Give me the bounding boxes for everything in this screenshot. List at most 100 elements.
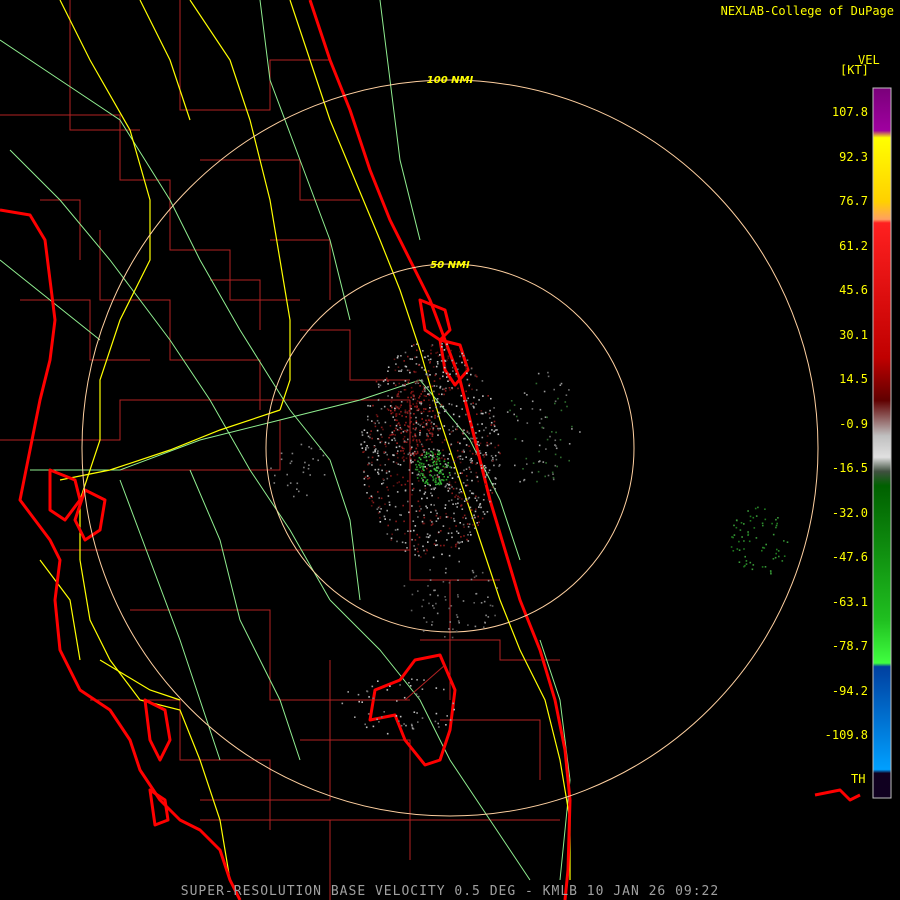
radar-echo (455, 630, 458, 633)
radar-echo (426, 433, 428, 435)
radar-echo (410, 453, 413, 455)
radar-echo (418, 397, 420, 399)
radar-echo (403, 723, 405, 725)
radar-echo (465, 444, 468, 446)
radar-echo (425, 536, 428, 538)
radar-echo (522, 468, 524, 470)
radar-echo (386, 689, 389, 691)
radar-echo (478, 506, 480, 508)
radar-echo (417, 480, 420, 482)
radar-echo (554, 464, 557, 467)
radar-echo (395, 363, 397, 365)
radar-echo (366, 492, 368, 494)
radar-echo (489, 604, 492, 607)
radar-echo (383, 451, 385, 453)
radar-echo (414, 525, 417, 527)
radar-echo (579, 431, 581, 433)
radar-echo (455, 405, 458, 407)
radar-echo (413, 395, 415, 398)
radar-echo (484, 476, 487, 478)
radar-echo (751, 568, 754, 571)
radar-echo (439, 470, 442, 472)
radar-echo (494, 614, 496, 617)
radar-echo (405, 430, 408, 433)
radar-echo (447, 476, 449, 478)
radar-echo (426, 415, 429, 417)
radar-echo (480, 467, 483, 469)
radar-echo (441, 441, 444, 444)
radar-echo (427, 435, 429, 438)
radar-echo (466, 430, 469, 432)
radar-echo (456, 616, 459, 618)
radar-echo (464, 364, 466, 367)
legend-tick: 45.6 (839, 283, 868, 297)
radar-echo (380, 508, 382, 510)
radar-echo (545, 462, 547, 464)
radar-echo (404, 429, 406, 432)
radar-echo (523, 392, 526, 394)
radar-echo (470, 403, 472, 405)
radar-echo (571, 425, 573, 428)
radar-echo (463, 535, 465, 537)
radar-echo (418, 536, 421, 539)
radar-echo (495, 477, 497, 480)
radar-echo (404, 380, 407, 382)
radar-echo (465, 399, 468, 402)
radar-echo (554, 402, 556, 405)
radar-echo (747, 510, 749, 512)
radar-echo (430, 349, 432, 352)
radar-echo (476, 375, 478, 378)
radar-echo (435, 458, 437, 460)
radar-echo (552, 473, 554, 475)
radar-echo (436, 470, 438, 472)
radar-echo (381, 716, 383, 718)
radar-echo (416, 440, 418, 443)
radar-echo (471, 452, 474, 455)
radar-echo (459, 522, 461, 524)
radar-echo (472, 492, 475, 495)
radar-echo (386, 509, 388, 512)
radar-echo (749, 515, 752, 518)
radar-echo (409, 422, 411, 424)
radar-echo (441, 457, 443, 459)
radar-echo (400, 484, 403, 486)
radar-echo (486, 441, 488, 444)
radar-echo (471, 426, 474, 429)
radar-echo (404, 483, 407, 486)
radar-echo (440, 530, 442, 532)
radar-echo (435, 539, 437, 542)
radar-echo (406, 369, 409, 372)
radar-echo (407, 426, 410, 428)
radar-echo (489, 409, 491, 412)
radar-echo (763, 547, 766, 549)
radar-echo (437, 434, 439, 436)
radar-echo (414, 459, 416, 461)
radar-echo (273, 482, 276, 484)
radar-echo (435, 483, 437, 486)
radar-echo (752, 516, 755, 519)
radar-echo (296, 488, 298, 490)
radar-echo (422, 474, 424, 477)
radar-echo (457, 368, 459, 371)
radar-echo (401, 457, 404, 459)
radar-echo (296, 482, 299, 485)
radar-echo (457, 620, 460, 622)
radar-echo (406, 401, 409, 403)
radar-echo (476, 499, 478, 502)
radar-echo (450, 431, 453, 433)
radar-echo (434, 479, 437, 481)
radar-echo (402, 504, 404, 507)
radar-echo (547, 375, 550, 378)
radar-echo (423, 493, 426, 495)
radar-echo (552, 478, 555, 481)
radar-echo (363, 441, 366, 443)
radar-echo (384, 379, 387, 381)
radar-echo (554, 453, 557, 456)
radar-echo (300, 443, 303, 446)
radar-echo (450, 484, 452, 487)
radar-echo (396, 395, 398, 398)
radar-echo (456, 456, 459, 459)
radar-echo (400, 369, 403, 371)
legend-tick: -47.6 (831, 550, 868, 564)
radar-echo (441, 469, 444, 471)
